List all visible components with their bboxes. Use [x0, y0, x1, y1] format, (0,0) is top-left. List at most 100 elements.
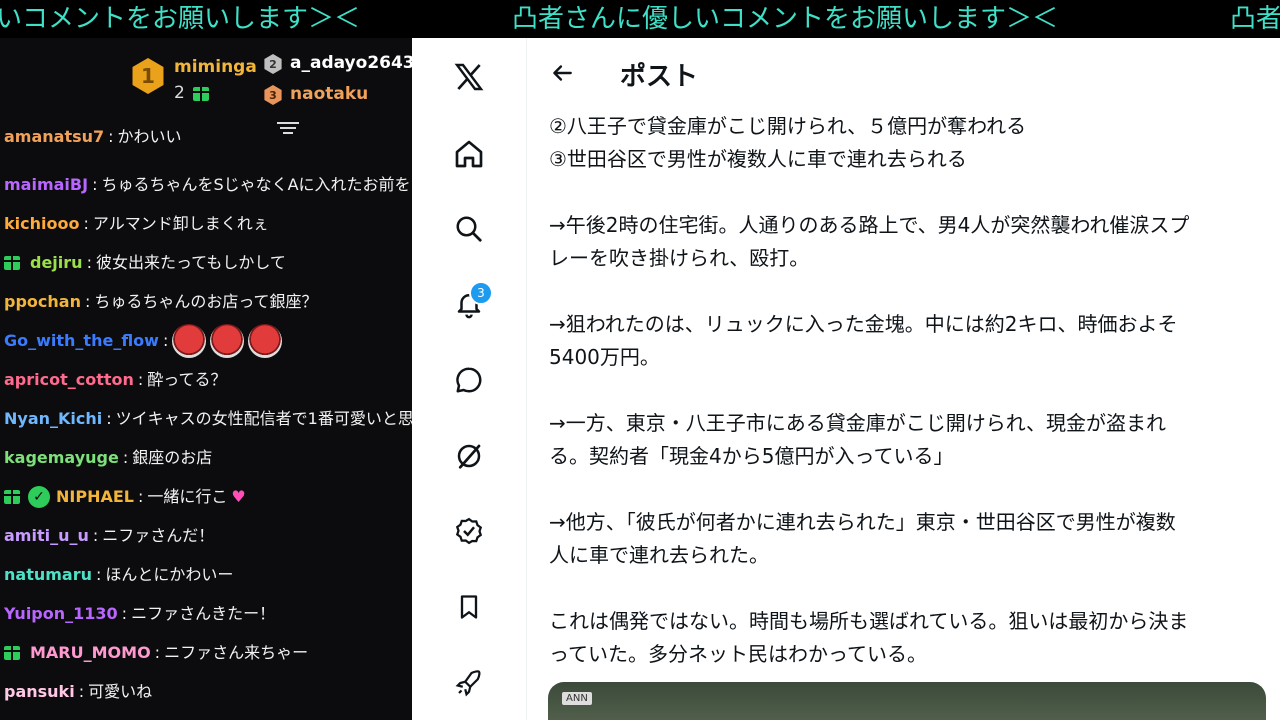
chat-text: ちゅるちゃんをSじゃなくAに入れたお前を [101, 175, 411, 194]
chat-username[interactable]: MARU_MOMO [30, 638, 151, 668]
chat-username[interactable]: kichiooo [4, 209, 79, 239]
chat-message: Nyan_Kichi: ツイキャスの女性配信者で1番可愛いと思 [4, 404, 412, 434]
post-detail: ②八王子で貸金庫がこじ開けられ、５億円が奪われる ③世田谷区で男性が複数人に車で… [527, 38, 1280, 720]
post-line: 5400万円。 [549, 345, 660, 369]
collapse-leaderboard-icon[interactable] [277, 122, 299, 138]
chat-text: ニファさんきたー！ [131, 604, 276, 623]
chat-message: amiti_u_u: ニファさんだ！ [4, 521, 214, 551]
post-line: る。契約者「現金4から5億円が入っている」 [549, 444, 954, 468]
ticker-text: いコメントをお願いします＞＜ [0, 4, 361, 34]
chat-text: 可愛いね [88, 682, 153, 701]
gift-leaderboard: 1 miminga 2 2 a_adayo2643 3 naotaku [0, 38, 412, 130]
chat-text: ツイキャスの女性配信者で1番可愛いと思 [115, 409, 412, 428]
emote-icon [210, 324, 245, 358]
chat-message: apricot_cotton: 酔ってる？ [4, 365, 227, 395]
gift-icon [4, 490, 20, 504]
leaderboard-first-gifts: 2 [174, 83, 185, 103]
chat-text: 酔ってる？ [147, 370, 227, 389]
gift-icon [193, 87, 209, 101]
chat-message: Yuipon_1130: ニファさんきたー！ [4, 599, 275, 629]
chat-message: dejiru: 彼女出来たってもしかして [4, 248, 286, 278]
chat-username[interactable]: natumaru [4, 560, 92, 590]
bookmark-icon[interactable] [452, 590, 486, 624]
post-header: ポスト [527, 38, 1280, 114]
post-line: これは偶発ではない。時間も場所も選ばれている。狙いは最初から決ま [549, 609, 1189, 633]
chat-text: かわいい [117, 127, 182, 146]
gift-icon [4, 256, 20, 270]
grok-icon[interactable] [452, 439, 486, 473]
emote-icon [172, 324, 207, 358]
chat-username[interactable]: Nyan_Kichi [4, 404, 102, 434]
chat-panel: 1 miminga 2 2 a_adayo2643 3 naotaku aman… [0, 38, 412, 720]
ticker-text: 凸者 [1230, 4, 1280, 34]
chat-username[interactable]: kagemayuge [4, 443, 119, 473]
chat-message: ppochan: ちゅるちゃんのお店って銀座？ [4, 287, 318, 317]
chat-username[interactable]: Yuipon_1130 [4, 599, 118, 629]
notifications-bell-icon[interactable]: 3 [452, 281, 493, 321]
post-line [549, 473, 1264, 506]
chat-message: MARU_MOMO: ニファさん来ちゃー [4, 638, 308, 668]
rocket-icon[interactable] [452, 666, 486, 700]
chat-message: ✓ NIPHAEL: 一緒に行こ ♥ [4, 482, 246, 512]
chat-text: ニファさんだ！ [102, 526, 215, 545]
x-sidebar-nav: 3 [412, 38, 527, 720]
chat-message: kichiooo: アルマンド卸しまくれぇ [4, 209, 269, 239]
post-line [549, 572, 1264, 605]
chat-text: 彼女出来たってもしかして [95, 253, 286, 272]
post-line [549, 275, 1264, 308]
chat-text: 銀座のお店 [132, 448, 213, 467]
post-line: →午後2時の住宅街。人通りのある路上で、男4人が突然襲われ催涙スプ [549, 213, 1190, 237]
chat-username[interactable]: apricot_cotton [4, 365, 134, 395]
chat-message: Go_with_the_flow: [4, 324, 283, 358]
bronze-medal-icon: 3 [264, 85, 282, 105]
silver-medal-icon: 2 [264, 54, 282, 74]
post-line: →一方、東京・八王子市にある貸金庫がこじ開けられ、現金が盗まれ [549, 411, 1166, 435]
leaderboard-third-name[interactable]: naotaku [290, 84, 368, 104]
home-icon[interactable] [452, 137, 486, 171]
notification-count-badge: 3 [469, 281, 493, 305]
verified-icon[interactable] [452, 514, 486, 548]
chat-username[interactable]: NIPHAEL [56, 482, 134, 512]
page-title: ポスト [620, 62, 699, 92]
chat-text: 一緒に行こ [147, 487, 228, 506]
gold-medal-icon: 1 [132, 58, 164, 94]
chat-text: ちゅるちゃんのお店って銀座？ [94, 292, 318, 311]
back-arrow-icon[interactable] [549, 58, 575, 88]
post-line: っていた。多分ネット民はわかっている。 [549, 642, 927, 666]
chat-username[interactable]: maimaiBJ [4, 170, 88, 200]
messages-icon[interactable] [452, 363, 486, 397]
chat-username[interactable]: dejiru [30, 248, 83, 278]
gift-icon [4, 646, 20, 660]
emote-icon [248, 324, 283, 358]
post-line [549, 176, 1264, 209]
ticker-text: 凸者さんに優しいコメントをお願いします＞＜ [512, 4, 1059, 34]
post-line: ②八王子で貸金庫がこじ開けられ、５億円が奪われる [549, 114, 1027, 138]
chat-username[interactable]: pansuki [4, 677, 75, 707]
leaderboard-first-name[interactable]: miminga [174, 57, 257, 77]
chat-text: ニファさん来ちゃー [164, 643, 309, 662]
post-line: ③世田谷区で男性が複数人に車で連れ去られる [549, 147, 967, 171]
chat-username[interactable]: ppochan [4, 287, 81, 317]
heart-icon: ♥ [231, 487, 246, 506]
leaderboard-first[interactable]: 1 [130, 58, 166, 94]
search-icon[interactable] [452, 212, 486, 246]
x-logo-icon[interactable] [452, 60, 486, 94]
chat-message: pansuki: 可愛いね [4, 677, 152, 707]
post-line: 人に車で連れ去られた。 [549, 543, 769, 567]
post-line: レーを吹き掛けられ、殴打。 [549, 246, 810, 270]
media-watermark: ANN [562, 692, 592, 705]
comment-ticker: いコメントをお願いします＞＜ 凸者さんに優しいコメントをお願いします＞＜ 凸者 [0, 0, 1280, 38]
post-line: →狙われたのは、リュックに入った金塊。中には約2キロ、時価およそ [549, 312, 1178, 336]
chat-text: ほんとにかわいー [105, 565, 234, 584]
chat-message: natumaru: ほんとにかわいー [4, 560, 233, 590]
verified-badge-icon: ✓ [28, 486, 50, 508]
chat-username[interactable]: amanatsu7 [4, 122, 104, 152]
chat-username[interactable]: amiti_u_u [4, 521, 89, 551]
post-media-image[interactable]: ANN [548, 682, 1266, 720]
chat-message: maimaiBJ: ちゅるちゃんをSじゃなくAに入れたお前を [4, 170, 411, 200]
post-body: ②八王子で貸金庫がこじ開けられ、５億円が奪われる ③世田谷区で男性が複数人に車で… [549, 110, 1264, 671]
leaderboard-second-name[interactable]: a_adayo2643 [290, 53, 412, 73]
chat-text: アルマンド卸しまくれぇ [92, 214, 269, 233]
chat-message: kagemayuge: 銀座のお店 [4, 443, 212, 473]
chat-username[interactable]: Go_with_the_flow [4, 326, 159, 356]
